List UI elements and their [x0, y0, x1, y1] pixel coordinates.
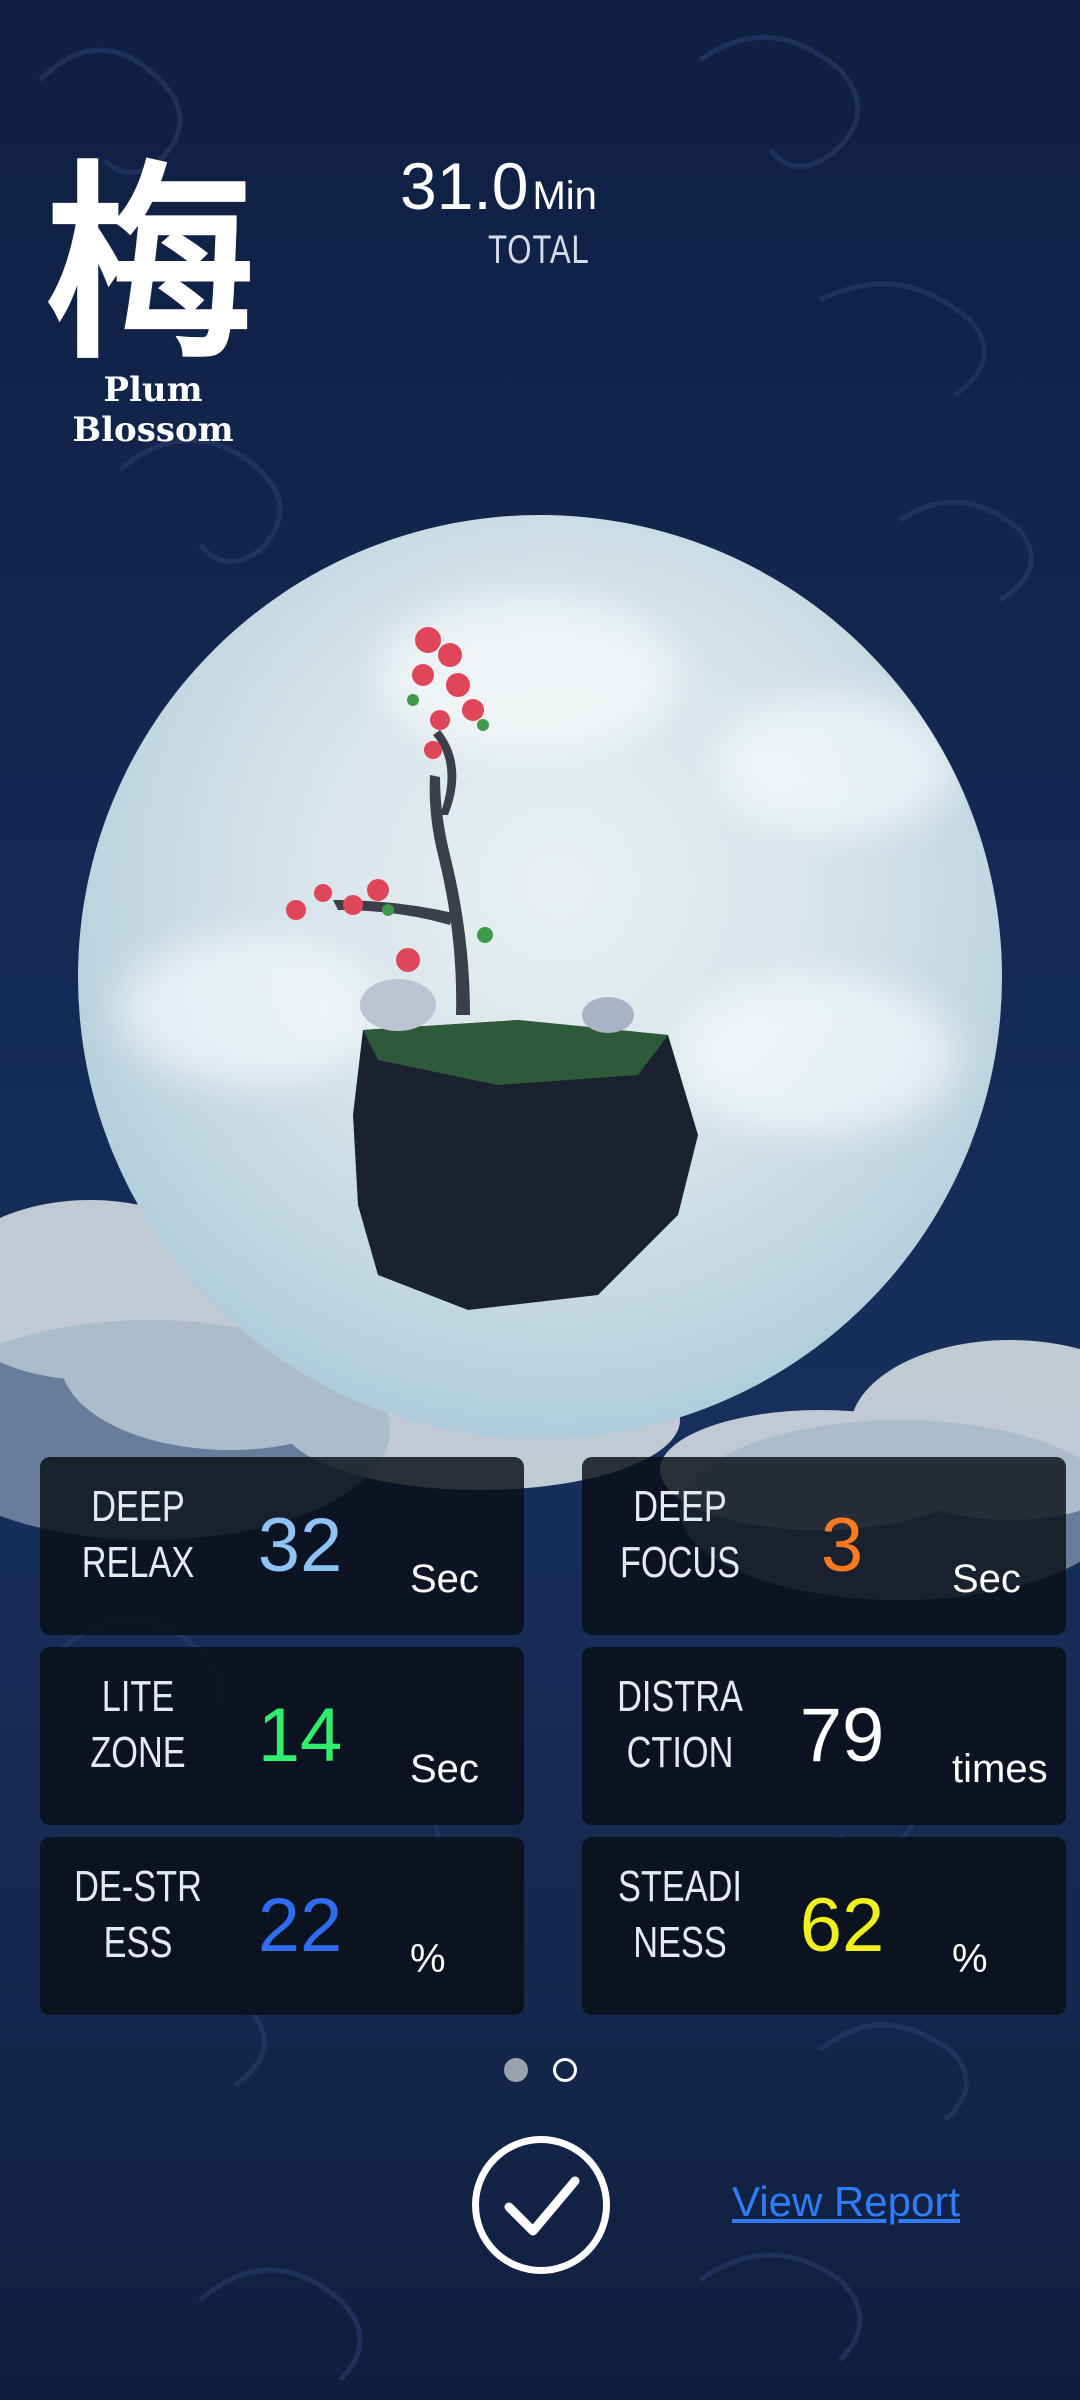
done-button[interactable] — [472, 2136, 610, 2274]
page-indicator-2[interactable] — [553, 2058, 577, 2082]
stat-value: 32 — [257, 1503, 343, 1588]
stat-unit: times — [952, 1747, 1048, 1791]
moon-scene — [78, 515, 1002, 1439]
stat-value: 62 — [799, 1883, 885, 1968]
stat-value: 3 — [820, 1503, 864, 1588]
stat-value: 79 — [799, 1693, 885, 1778]
stat-value: 22 — [257, 1883, 343, 1968]
total-value: 31.0 — [400, 149, 529, 223]
stat-unit: % — [410, 1937, 446, 1981]
stat-label: STEADI NESS — [618, 1862, 742, 1967]
stat-card-de-stress: DE-STR ESS 22 % — [40, 1837, 524, 2015]
stat-card-lite-zone: LITE ZONE 14 Sec — [40, 1647, 524, 1825]
stat-unit: Sec — [410, 1557, 479, 1601]
total-duration: 31.0 Min — [400, 148, 597, 224]
floating-island-illustration — [286, 627, 698, 1310]
logo-glyph: 梅 — [44, 141, 255, 388]
logo-title: Plum Blossom — [72, 370, 234, 450]
total-label: TOTAL — [488, 228, 590, 272]
stat-card-deep-focus: DEEP FOCUS 3 Sec — [582, 1457, 1066, 1635]
stat-unit: % — [952, 1937, 988, 1981]
stat-card-steadiness: STEADI NESS 62 % — [582, 1837, 1066, 2015]
view-report-link[interactable]: View Report — [732, 2178, 960, 2226]
stat-label: DEEP RELAX — [81, 1482, 195, 1587]
stat-unit: Sec — [952, 1557, 1021, 1601]
plum-blossom-logo: 梅 Plum Blossom — [20, 141, 280, 451]
stat-unit: Sec — [410, 1747, 479, 1791]
stat-value: 14 — [257, 1693, 343, 1778]
checkmark-icon — [504, 2176, 580, 2236]
page-indicator-1[interactable] — [504, 2058, 528, 2082]
total-unit: Min — [532, 174, 597, 218]
stat-card-distraction: DISTRA CTION 79 times — [582, 1647, 1066, 1825]
stat-label: DEEP FOCUS — [619, 1482, 741, 1587]
stat-label: LITE ZONE — [90, 1672, 186, 1777]
stat-label: DISTRA CTION — [617, 1672, 743, 1777]
stat-label: DE-STR ESS — [74, 1862, 202, 1967]
stat-card-deep-relax: DEEP RELAX 32 Sec — [40, 1457, 524, 1635]
